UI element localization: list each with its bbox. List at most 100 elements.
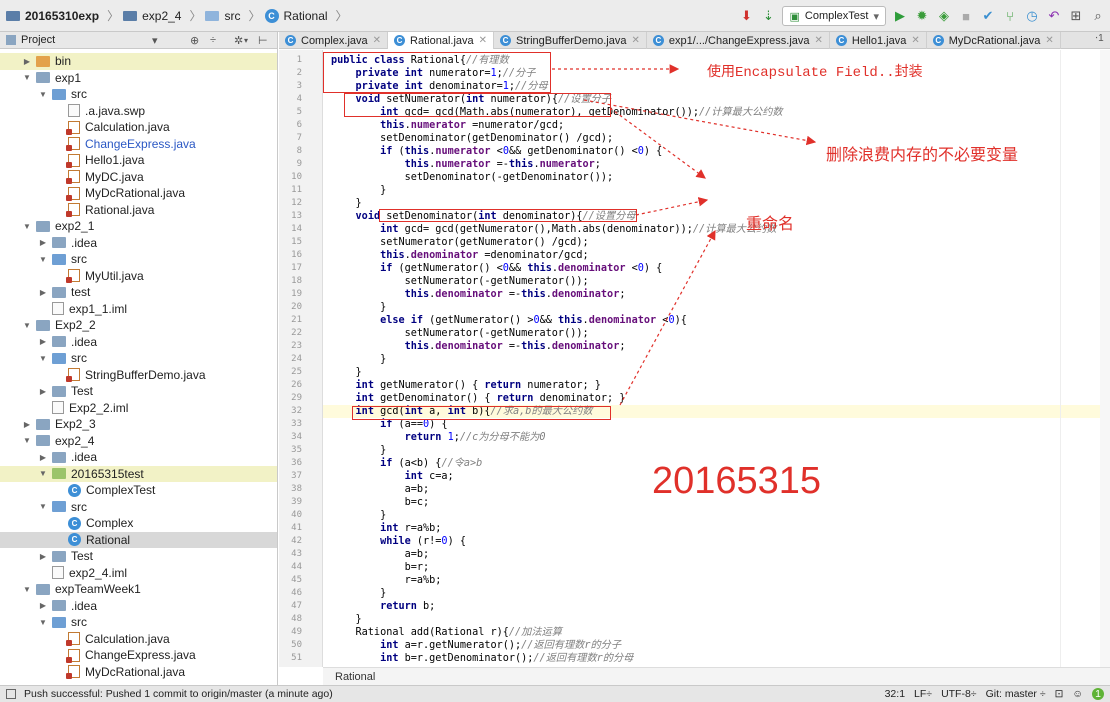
project-tree-item[interactable]: C Complex [0,515,277,532]
chevron-right-icon[interactable]: ▶ [22,57,32,66]
chevron-down-icon[interactable]: ▼ [22,222,32,231]
code-line[interactable]: } [323,587,1110,600]
chevron-down-icon[interactable]: ▾ [152,34,158,47]
chevron-right-icon[interactable]: ▶ [38,453,48,462]
line-separator[interactable]: LF÷ [914,688,932,700]
code-line[interactable]: int getDenominator() { return denominato… [323,392,1110,405]
code-line[interactable]: int r=a%b; [323,522,1110,535]
project-tree-item[interactable]: StringBufferDemo.java [0,367,277,384]
code-line[interactable]: while (r!=0) { [323,535,1110,548]
close-icon[interactable]: ✕ [1045,35,1053,46]
editor-breadcrumb[interactable]: Rational [323,667,1110,685]
code-line[interactable]: return 1;//c为分母不能为0 [323,431,1110,444]
project-tree-item[interactable]: ▶ .idea [0,598,277,615]
chevron-right-icon[interactable]: ▶ [38,601,48,610]
project-tree-item[interactable]: ▶ Test [0,383,277,400]
chevron-down-icon[interactable]: ▾ [244,36,248,45]
project-tree-item[interactable]: C Rational [0,531,277,548]
code-line[interactable]: this.numerator =numerator/gcd; [323,119,1110,132]
project-tree-item[interactable]: MyDcRational.java [0,664,277,681]
close-icon[interactable]: ✕ [631,35,639,46]
panel-toggle-icon[interactable] [6,689,16,699]
code-line[interactable]: int gcd= gcd(getNumerator(),Math.abs(den… [323,223,1110,236]
download-icon[interactable]: ⬇ [738,8,754,24]
code-line[interactable]: r=a%b; [323,574,1110,587]
project-tree-item[interactable]: ▶ bin [0,53,277,70]
code-line[interactable]: return b; [323,600,1110,613]
vcs-update-icon[interactable]: ✔ [980,8,996,24]
project-tree-item[interactable]: ▶ .idea [0,334,277,351]
breadcrumb-module[interactable]: exp2_4 [123,9,181,23]
chevron-down-icon[interactable]: ▼ [38,354,48,363]
project-tree-item[interactable]: Calculation.java [0,631,277,648]
project-tree-item[interactable]: ▼ 20165315test [0,465,277,482]
project-tree-item[interactable]: MyDcRational.java [0,185,277,202]
project-tree-item[interactable]: .a.java.swp [0,103,277,120]
project-tree-item[interactable]: ▼ exp2_1 [0,218,277,235]
code-line[interactable]: int b=r.getDenominator();//返回有理数r的分母 [323,652,1110,665]
close-icon[interactable]: ✕ [815,35,823,46]
project-tree-item[interactable]: ▶ Test [0,548,277,565]
editor-tab[interactable]: C Hello1.java ✕ [830,32,927,49]
editor-scrollbar[interactable] [1100,50,1110,667]
inspector-icon[interactable]: ☺ [1072,688,1083,700]
project-tree-item[interactable]: Exp2_2.iml [0,400,277,417]
project-tree-item[interactable]: ▼ src [0,251,277,268]
status-message[interactable]: Push successful: Pushed 1 commit to orig… [0,688,885,700]
project-tree-item[interactable]: ▼ src [0,614,277,631]
editor-tab[interactable]: C Complex.java ✕ [279,32,389,49]
project-tree-item[interactable]: ▶ Exp2_3 [0,416,277,433]
chevron-down-icon[interactable]: ▼ [22,585,32,594]
event-log-icon[interactable]: 1 [1092,688,1104,700]
code-line[interactable]: this.denominator =-this.denominator; [323,340,1110,353]
project-tree-item[interactable]: ▶ .idea [0,235,277,252]
project-tree-item[interactable]: ▼ expTeamWeek1 [0,581,277,598]
hide-panel-icon[interactable]: ⊢ [258,34,268,47]
tabs-overflow-icon[interactable]: ⋅1 [1095,33,1104,44]
debug-icon[interactable]: ✹ [914,8,930,24]
undo-icon[interactable]: ↶ [1046,8,1062,24]
code-line[interactable]: } [323,444,1110,457]
chevron-right-icon[interactable]: ▶ [38,238,48,247]
project-tree-item[interactable]: ChangeExpress.java [0,136,277,153]
code-line[interactable]: this.denominator =denominator/gcd; [323,249,1110,262]
scroll-from-source-icon[interactable]: ⊕ [190,34,199,47]
project-tree-item[interactable]: ▼ src [0,350,277,367]
chevron-down-icon[interactable]: ▼ [38,469,48,478]
editor-tab[interactable]: C StringBufferDemo.java ✕ [494,32,647,49]
project-tree-item[interactable]: Hello1.java [0,152,277,169]
close-icon[interactable]: ✕ [373,35,381,46]
chevron-down-icon[interactable]: ▼ [22,73,32,82]
chevron-down-icon[interactable]: ▼ [22,321,32,330]
git-branch[interactable]: Git: master ÷ [986,688,1046,700]
project-tree-item[interactable]: ▶ .idea [0,449,277,466]
code-line[interactable]: int getNumerator() { return numerator; } [323,379,1110,392]
project-tree-item[interactable]: MyUtil.java [0,268,277,285]
code-line[interactable]: int a=r.getNumerator();//返回有理数r的分子 [323,639,1110,652]
project-tree-item[interactable]: MyDC.java [0,169,277,186]
vcs-commit-icon[interactable]: ⑂ [1002,8,1018,24]
vcs-history-icon[interactable]: ◷ [1024,8,1040,24]
code-line[interactable]: setDenominator(-getDenominator()); [323,171,1110,184]
project-tree-item[interactable]: Rational.java [0,202,277,219]
project-tree-item[interactable]: ▼ exp2_4 [0,433,277,450]
project-tree-item[interactable]: exp2_4.iml [0,565,277,582]
project-tree-item[interactable]: ▼ exp1 [0,70,277,87]
chevron-down-icon[interactable]: ▼ [38,255,48,264]
chevron-right-icon[interactable]: ▶ [38,552,48,561]
project-tree-item[interactable]: ▶ test [0,284,277,301]
code-line[interactable]: if (getNumerator() <0&& this.denominator… [323,262,1110,275]
chevron-down-icon[interactable]: ▼ [38,618,48,627]
gear-icon[interactable]: ✲ [234,34,243,47]
project-tree-item[interactable]: exp1_1.iml [0,301,277,318]
code-line[interactable]: else if (getNumerator() >0&& this.denomi… [323,314,1110,327]
chevron-down-icon[interactable]: ▼ [38,502,48,511]
code-line[interactable]: setNumerator(-getNumerator()); [323,327,1110,340]
project-panel-title[interactable]: Project [21,34,55,46]
code-line[interactable]: Rational add(Rational r){//加法运算 [323,626,1110,639]
search-everywhere-icon[interactable]: ⌕ [1090,8,1106,24]
code-line[interactable]: setNumerator(getNumerator() /gcd); [323,236,1110,249]
project-tree-item[interactable]: C ComplexTest [0,482,277,499]
breadcrumb-class[interactable]: C Rational [264,8,328,23]
code-line[interactable]: a=b; [323,548,1110,561]
